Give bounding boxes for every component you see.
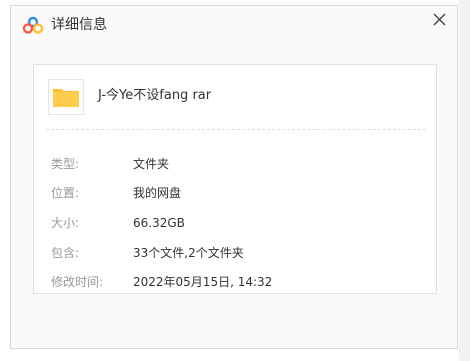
- file-thumbnail: [48, 79, 84, 115]
- detail-value: 66.32GB: [133, 216, 185, 230]
- details-dialog: 详细信息 J-今Ye不设fang rar 类型: 文件夹 位置: 我的网盘 大小…: [10, 5, 458, 349]
- detail-value: 2022年05月15日, 14:32: [133, 275, 273, 289]
- cloud-logo-icon: [23, 16, 43, 34]
- title-bar: 详细信息: [11, 6, 457, 44]
- detail-value: 我的网盘: [133, 186, 182, 200]
- detail-label: 修改时间:: [51, 275, 104, 289]
- detail-value: 33个文件,2个文件夹: [133, 246, 244, 260]
- detail-value: 文件夹: [133, 157, 170, 171]
- detail-label: 位置:: [51, 186, 80, 200]
- detail-label: 大小:: [51, 216, 80, 230]
- detail-label: 包含:: [51, 246, 80, 260]
- file-name: J-今Ye不设fang rar: [98, 88, 212, 103]
- close-icon[interactable]: [429, 9, 451, 31]
- detail-label: 类型:: [51, 157, 80, 171]
- file-info-card: J-今Ye不设fang rar 类型: 文件夹 位置: 我的网盘 大小: 66.…: [33, 64, 437, 294]
- dialog-title: 详细信息: [51, 17, 107, 33]
- divider: [46, 129, 426, 130]
- background-strip: [459, 0, 470, 361]
- folder-icon: [53, 89, 79, 107]
